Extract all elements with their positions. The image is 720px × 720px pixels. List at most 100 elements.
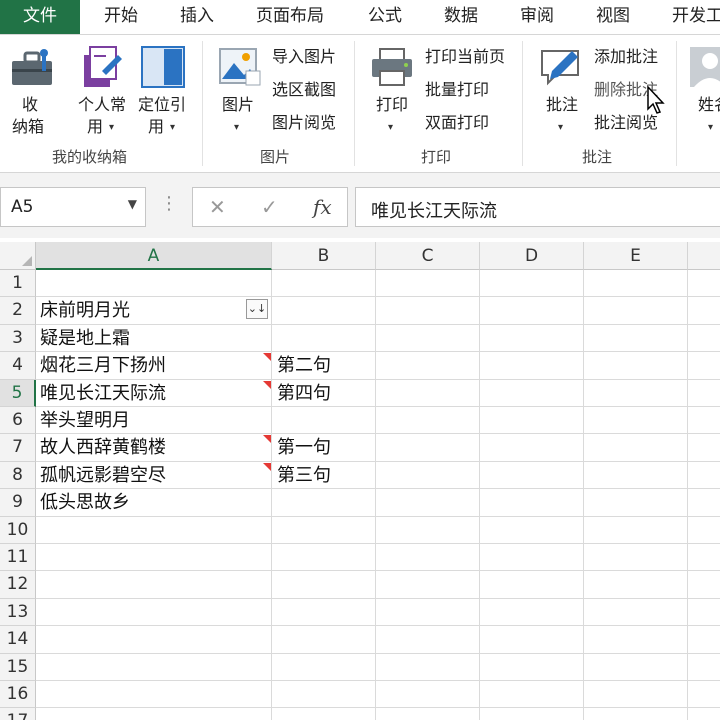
row-header[interactable]: 1 [0, 270, 36, 298]
import-picture-button[interactable]: 导入图片 [272, 47, 336, 67]
chevron-down-icon: ▾ [558, 122, 564, 133]
storage-box-label-2: 纳箱 [12, 117, 45, 136]
region-screenshot-button[interactable]: 选区截图 [272, 80, 336, 100]
select-all-corner[interactable] [0, 242, 36, 270]
cell-a6[interactable]: 举头望明月 [40, 407, 130, 434]
cancel-icon[interactable]: ✕ [209, 195, 226, 219]
cell-a2[interactable]: 床前明月光 [40, 297, 130, 324]
cell-a7[interactable]: 故人西辞黄鹤楼 [40, 434, 166, 461]
row-header[interactable]: 3 [0, 324, 36, 353]
name-box-value: A5 [11, 197, 34, 217]
chevron-down-icon: ▾ [388, 122, 394, 133]
formula-bar: A5 ▼ ⋮ ✕ ✓ fx 唯见长江天际流 [0, 173, 720, 238]
tab-page-layout[interactable]: 页面布局 [256, 0, 324, 34]
cell-a5[interactable]: 唯见长江天际流 [40, 380, 166, 407]
name-label: 姓名 [698, 95, 720, 114]
mouse-cursor-icon [647, 85, 665, 114]
tab-formulas[interactable]: 公式 [368, 0, 402, 34]
gridline [36, 323, 720, 325]
column-header-c[interactable]: C [376, 242, 480, 270]
gridline [36, 680, 720, 681]
printer-icon [372, 48, 412, 86]
group-separator [354, 41, 355, 166]
row-header[interactable]: 15 [0, 653, 36, 681]
chevron-down-icon: ▾ [708, 122, 714, 133]
person-icon [690, 47, 720, 87]
comment-indicator [263, 435, 271, 444]
gridline [36, 625, 720, 627]
confirm-icon[interactable]: ✓ [261, 195, 278, 219]
tab-file[interactable]: 文件 [0, 0, 80, 34]
gridline [36, 652, 720, 654]
add-comment-button[interactable]: 添加批注 [594, 47, 658, 67]
formula-input[interactable]: 唯见长江天际流 [355, 187, 720, 227]
personal-icon [84, 46, 122, 87]
tab-insert[interactable]: 插入 [180, 0, 214, 34]
row-header[interactable]: 8 [0, 461, 36, 490]
locate-ref-label-2: 用 [148, 117, 165, 136]
picture-label: 图片 [222, 95, 255, 114]
group-label-picture: 图片 [260, 148, 291, 166]
column-header-e[interactable]: E [584, 242, 688, 270]
picture-viewer-button[interactable]: 图片阅览 [272, 113, 336, 133]
column-header-f[interactable] [688, 242, 720, 270]
row-header[interactable]: 16 [0, 681, 36, 709]
toolbox-icon [12, 49, 52, 85]
row-header[interactable]: 6 [0, 407, 36, 435]
column-header-d[interactable]: D [480, 242, 584, 270]
group-separator [202, 41, 203, 166]
tab-home[interactable]: 开始 [104, 0, 138, 34]
row-header[interactable]: 11 [0, 544, 36, 572]
batch-print-button[interactable]: 批量打印 [425, 80, 489, 100]
tab-review[interactable]: 审阅 [520, 0, 554, 34]
row-header[interactable]: 5 [0, 379, 36, 407]
tab-view[interactable]: 视图 [596, 0, 630, 34]
cell-b4[interactable]: 第二句 [277, 352, 331, 379]
cell-b8[interactable]: 第三句 [277, 462, 331, 489]
comment-label: 批注 [546, 95, 579, 114]
print-label: 打印 [376, 95, 409, 114]
chevron-down-icon[interactable]: ▼ [128, 197, 137, 211]
cell-a9[interactable]: 低头思故乡 [40, 489, 130, 516]
cell-a4[interactable]: 烟花三月下扬州 [40, 352, 166, 379]
ribbon: 收 纳箱 个人常 用 ▾ 定位引 用 ▾ 我的收纳箱 图片 ▾ 导入图片 选区截… [0, 35, 720, 173]
print-current-page-button[interactable]: 打印当前页 [425, 47, 505, 67]
spreadsheet-grid: A B C D E 1 2 床前明月光 3 疑是地上霜 4 烟花三月下扬州 第二句 5 唯见长江天… [0, 242, 720, 720]
cell-a3[interactable]: 疑是地上霜 [40, 325, 130, 352]
row-header[interactable]: 12 [0, 571, 36, 599]
row-header[interactable]: 17 [0, 708, 36, 720]
gridline [36, 597, 720, 599]
ribbon-tab-bar: 文件 开始 插入 页面布局 公式 数据 审阅 视图 开发工 [0, 0, 720, 35]
group-separator [522, 41, 523, 166]
personal-label-2: 用 [87, 117, 104, 136]
row-header[interactable]: 2 [0, 297, 36, 325]
row-header[interactable]: 9 [0, 489, 36, 517]
paste-options-button[interactable]: ⌄↓ [246, 299, 268, 319]
row-header[interactable]: 10 [0, 516, 36, 544]
column-header-b[interactable]: B [272, 242, 376, 270]
group-label-comment: 批注 [582, 148, 613, 166]
tab-data[interactable]: 数据 [444, 0, 478, 34]
name-box[interactable]: A5 ▼ [0, 187, 146, 227]
comment-indicator [263, 380, 271, 389]
formula-buttons: ✕ ✓ fx [192, 187, 348, 227]
more-icon: ⋮ [160, 193, 178, 214]
cell-b7[interactable]: 第一句 [277, 434, 331, 461]
comment-viewer-button[interactable]: 批注阅览 [594, 113, 658, 133]
row-header[interactable]: 13 [0, 598, 36, 627]
group-separator [676, 41, 677, 166]
cell-b5[interactable]: 第四句 [277, 380, 331, 407]
group-label-print: 打印 [421, 148, 452, 166]
gridline [36, 570, 720, 572]
tab-developer[interactable]: 开发工 [672, 0, 720, 34]
duplex-print-button[interactable]: 双面打印 [425, 113, 489, 133]
cell-a8[interactable]: 孤帆远影碧空尽 [40, 462, 166, 489]
row-header[interactable]: 7 [0, 434, 36, 462]
personal-label-1: 个人常 [78, 95, 127, 114]
column-header-a[interactable]: A [36, 242, 272, 270]
locate-ref-icon [141, 46, 185, 88]
insert-function-icon[interactable]: fx [313, 195, 332, 219]
row-header[interactable]: 14 [0, 626, 36, 654]
gridline [36, 543, 720, 544]
row-header[interactable]: 4 [0, 352, 36, 380]
